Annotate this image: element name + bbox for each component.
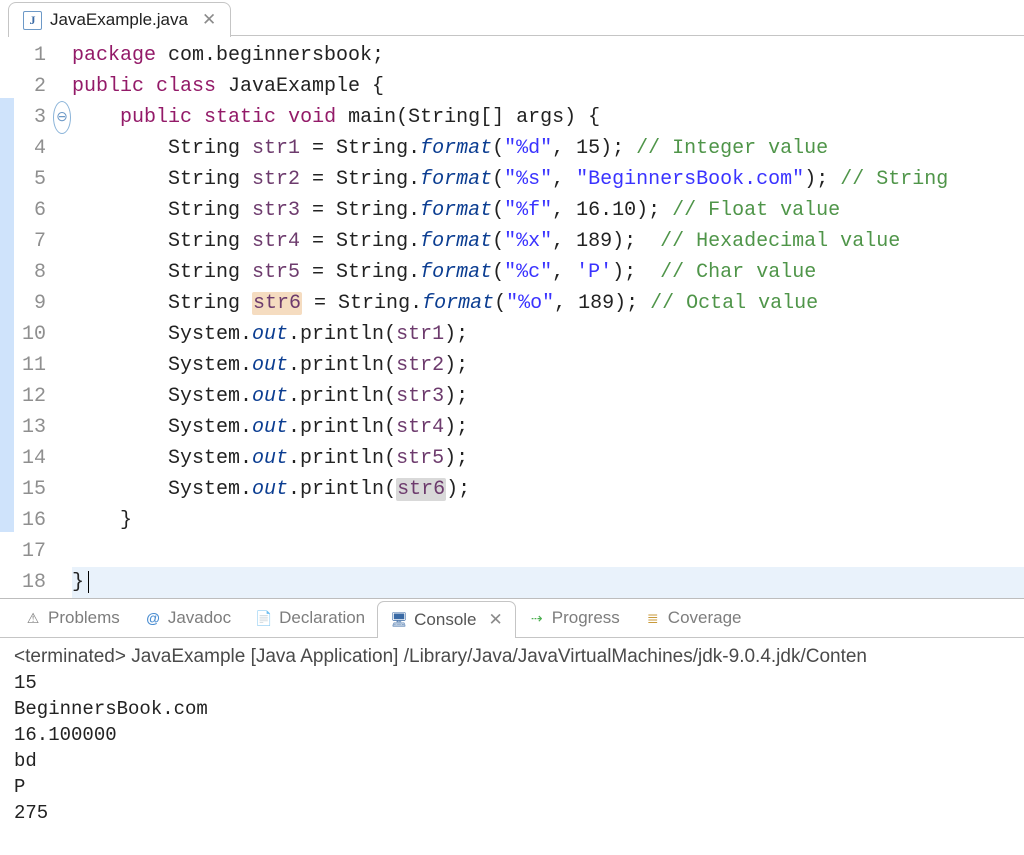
tab-label: Console <box>414 610 476 630</box>
tab-console[interactable]: 🖥 Console ✕ <box>377 601 516 638</box>
line-number: 8 <box>14 257 46 288</box>
editor-tabbar-empty <box>231 1 1024 36</box>
marker-stripe <box>0 36 14 598</box>
tab-label: Coverage <box>668 608 742 628</box>
code-line[interactable]: public class JavaExample { <box>72 71 1024 102</box>
bottom-pane: ⚠ Problems @ Javadoc 📄 Declaration 🖥 Con… <box>0 599 1024 855</box>
line-number: 12 <box>14 381 46 412</box>
code-line[interactable]: } <box>72 567 1024 598</box>
console-icon: 🖥 <box>390 611 408 629</box>
console-status: <terminated> JavaExample [Java Applicati… <box>14 644 1014 670</box>
line-number-gutter: 123456789101112131415161718 <box>14 36 52 598</box>
tab-declaration[interactable]: 📄 Declaration <box>243 602 377 634</box>
declaration-icon: 📄 <box>255 609 273 627</box>
code-area[interactable]: package com.beginnersbook;public class J… <box>72 36 1024 598</box>
tab-coverage[interactable]: ≣ Coverage <box>632 602 754 634</box>
line-number: 3 <box>14 102 46 133</box>
code-line[interactable]: String str1 = String.format("%d", 15); /… <box>72 133 1024 164</box>
javadoc-icon: @ <box>144 609 162 627</box>
code-line[interactable]: System.out.println(str2); <box>72 350 1024 381</box>
line-number: 14 <box>14 443 46 474</box>
problems-icon: ⚠ <box>24 609 42 627</box>
line-number: 16 <box>14 505 46 536</box>
fold-gutter: ⊖ <box>52 36 72 598</box>
code-line[interactable]: System.out.println(str6); <box>72 474 1024 505</box>
line-number: 5 <box>14 164 46 195</box>
code-line[interactable]: String str2 = String.format("%s", "Begin… <box>72 164 1024 195</box>
code-line[interactable]: String str4 = String.format("%x", 189); … <box>72 226 1024 257</box>
code-line[interactable]: String str6 = String.format("%o", 189); … <box>72 288 1024 319</box>
code-line[interactable]: String str5 = String.format("%c", 'P'); … <box>72 257 1024 288</box>
tab-label: Progress <box>552 608 620 628</box>
tab-label: Javadoc <box>168 608 231 628</box>
java-file-icon: J <box>23 11 42 30</box>
code-line[interactable] <box>72 536 1024 567</box>
console-output: 15 BeginnersBook.com 16.100000 bd P 275 <box>14 670 1014 826</box>
code-line[interactable]: public static void main(String[] args) { <box>72 102 1024 133</box>
line-number: 10 <box>14 319 46 350</box>
line-number: 6 <box>14 195 46 226</box>
line-number: 1 <box>14 40 46 71</box>
tab-label: Declaration <box>279 608 365 628</box>
close-icon[interactable]: ✕ <box>202 10 216 30</box>
editor-tab-label: JavaExample.java <box>50 10 188 30</box>
code-line[interactable]: String str3 = String.format("%f", 16.10)… <box>72 195 1024 226</box>
line-number: 18 <box>14 567 46 598</box>
editor-pane: J JavaExample.java ✕ 1234567891011121314… <box>0 0 1024 599</box>
tab-progress[interactable]: ⇢ Progress <box>516 602 632 634</box>
editor-tab-javaexample[interactable]: J JavaExample.java ✕ <box>8 2 231 37</box>
code-line[interactable]: } <box>72 505 1024 536</box>
line-number: 2 <box>14 71 46 102</box>
code-line[interactable]: System.out.println(str5); <box>72 443 1024 474</box>
tab-javadoc[interactable]: @ Javadoc <box>132 602 243 634</box>
views-tabbar: ⚠ Problems @ Javadoc 📄 Declaration 🖥 Con… <box>0 599 1024 638</box>
code-line[interactable]: System.out.println(str3); <box>72 381 1024 412</box>
line-number: 17 <box>14 536 46 567</box>
code-line[interactable]: System.out.println(str1); <box>72 319 1024 350</box>
console-body[interactable]: <terminated> JavaExample [Java Applicati… <box>0 638 1024 855</box>
line-number: 13 <box>14 412 46 443</box>
close-icon[interactable]: ✕ <box>489 610 503 630</box>
line-number: 4 <box>14 133 46 164</box>
line-number: 7 <box>14 226 46 257</box>
tab-problems[interactable]: ⚠ Problems <box>12 602 132 634</box>
line-number: 9 <box>14 288 46 319</box>
fold-collapse-icon[interactable]: ⊖ <box>53 101 71 134</box>
progress-icon: ⇢ <box>528 609 546 627</box>
editor-tabbar: J JavaExample.java ✕ <box>0 0 1024 36</box>
code-editor[interactable]: 123456789101112131415161718 ⊖ package co… <box>0 36 1024 598</box>
line-number: 11 <box>14 350 46 381</box>
code-line[interactable]: System.out.println(str4); <box>72 412 1024 443</box>
coverage-icon: ≣ <box>644 609 662 627</box>
line-number: 15 <box>14 474 46 505</box>
tab-label: Problems <box>48 608 120 628</box>
code-line[interactable]: package com.beginnersbook; <box>72 40 1024 71</box>
